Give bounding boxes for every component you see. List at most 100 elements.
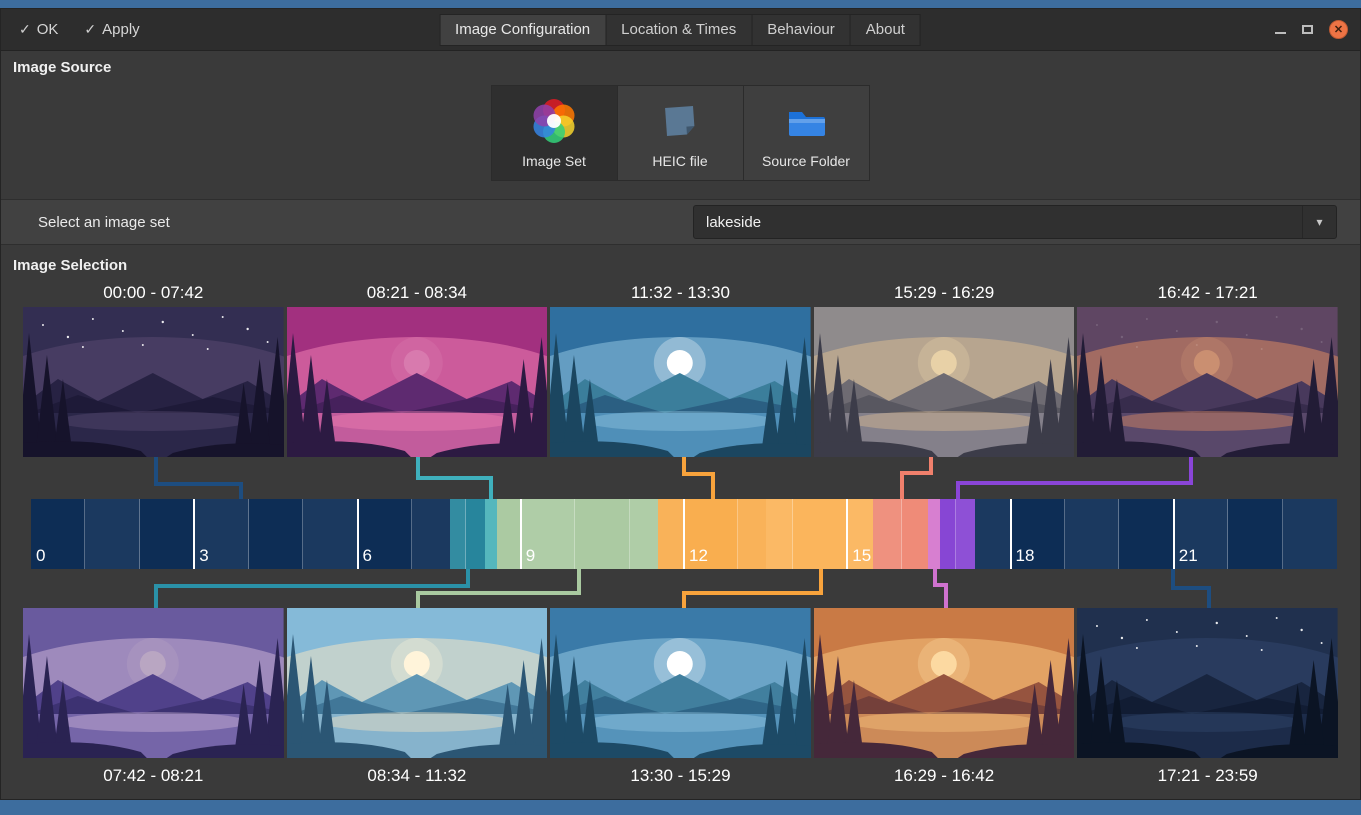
image-tile[interactable] [1077, 608, 1338, 758]
image-tile[interactable] [550, 608, 811, 758]
hour-label: 3 [199, 546, 208, 566]
source-option-label: Source Folder [762, 153, 850, 169]
source-folder-icon [783, 98, 829, 144]
close-button[interactable]: ✕ [1329, 20, 1348, 39]
check-icon: ✓ [84, 21, 96, 38]
hour-tick [357, 499, 359, 569]
source-option-image-set[interactable]: Image Set [491, 85, 618, 181]
image-source-section-title: Image Source [13, 59, 1360, 77]
image-time-label: 13:30 - 15:29 [550, 766, 811, 790]
connector-line [418, 569, 579, 608]
hour-tick [792, 499, 793, 569]
image-time-label: 08:34 - 11:32 [287, 766, 548, 790]
connector-line [935, 569, 946, 608]
hour-stripe [303, 499, 357, 569]
close-icon: ✕ [1334, 23, 1343, 36]
hour-label: 9 [526, 546, 535, 566]
hour-tick [465, 499, 466, 569]
hour-tick [1064, 499, 1065, 569]
tab-about[interactable]: About [850, 14, 921, 46]
source-option-heic-file[interactable]: HEIC file [617, 85, 744, 181]
hour-label: 15 [852, 546, 871, 566]
hour-stripe [630, 499, 684, 569]
image-tile[interactable] [23, 307, 284, 457]
connector-line [684, 569, 821, 608]
hour-label: 18 [1016, 546, 1035, 566]
connector-line [684, 457, 713, 499]
image-time-label: 07:42 - 08:21 [23, 766, 284, 790]
image-set-select-row: Select an image set lakeside ▾ [1, 199, 1360, 245]
hour-tick [84, 499, 85, 569]
hour-stripe [956, 499, 1010, 569]
source-option-label: Image Set [522, 153, 586, 169]
apply-button-label: Apply [102, 21, 140, 38]
hour-stripe [412, 499, 466, 569]
bottom-image-labels: 07:42 - 08:2108:34 - 11:3213:30 - 15:291… [23, 766, 1338, 790]
hour-tick [901, 499, 902, 569]
hour-tick [629, 499, 630, 569]
hour-tick [1227, 499, 1228, 569]
hour-tick [411, 499, 412, 569]
image-time-label: 16:29 - 16:42 [814, 766, 1075, 790]
hour-tick [683, 499, 685, 569]
image-tile[interactable] [814, 608, 1075, 758]
tab-behaviour[interactable]: Behaviour [751, 14, 851, 46]
hour-label: 6 [363, 546, 372, 566]
image-time-label: 00:00 - 07:42 [23, 283, 284, 307]
ok-button[interactable]: ✓ OK [19, 21, 58, 38]
header-tabs: Image Configuration Location & Times Beh… [440, 14, 921, 46]
image-tile[interactable] [287, 307, 548, 457]
hour-stripe [1283, 499, 1337, 569]
image-set-flower-icon [531, 98, 577, 144]
maximize-icon [1302, 25, 1313, 34]
image-tile[interactable] [550, 307, 811, 457]
timeline-segment [928, 499, 940, 569]
top-image-row [23, 307, 1338, 457]
hour-tick [139, 499, 140, 569]
minimize-icon [1275, 26, 1286, 34]
hour-label: 12 [689, 546, 708, 566]
hour-tick [1282, 499, 1283, 569]
image-selection-section-title: Image Selection [13, 257, 1360, 275]
hour-label: 21 [1179, 546, 1198, 566]
source-type-group: Image Set HEIC file Source Folder [1, 85, 1360, 181]
image-time-label: 08:21 - 08:34 [287, 283, 548, 307]
maximize-button[interactable] [1302, 25, 1313, 34]
hour-tick [574, 499, 575, 569]
image-set-dropdown-value: lakeside [706, 214, 761, 231]
hour-tick [520, 499, 522, 569]
apply-button[interactable]: ✓ Apply [84, 21, 139, 38]
hour-stripe [85, 499, 139, 569]
image-time-label: 17:21 - 23:59 [1077, 766, 1338, 790]
image-set-dropdown[interactable]: lakeside ▾ [693, 205, 1337, 239]
image-tile[interactable] [814, 307, 1075, 457]
hour-tick [1010, 499, 1012, 569]
image-tile[interactable] [23, 608, 284, 758]
titlebar: ✓ OK ✓ Apply Image Configuration Locatio… [1, 9, 1360, 51]
hour-tick [193, 499, 195, 569]
bottom-image-row [23, 608, 1338, 758]
ok-button-label: OK [37, 21, 59, 38]
image-tile[interactable] [287, 608, 548, 758]
minimize-button[interactable] [1275, 26, 1286, 34]
connector-line [958, 457, 1191, 499]
chevron-down-icon: ▾ [1302, 206, 1336, 238]
hour-tick [737, 499, 738, 569]
image-time-label: 16:42 - 17:21 [1077, 283, 1338, 307]
day-timeline: 0 3 6 9 12 15 18 21 [31, 499, 1337, 569]
timeline-area: 0 3 6 9 12 15 18 21 [1, 457, 1360, 608]
tab-location-times[interactable]: Location & Times [605, 14, 752, 46]
hour-stripe [1065, 499, 1119, 569]
tab-image-configuration[interactable]: Image Configuration [439, 14, 606, 46]
image-time-label: 11:32 - 13:30 [550, 283, 811, 307]
heic-file-icon [657, 98, 703, 144]
select-image-set-label: Select an image set [38, 214, 170, 231]
hour-tick [1173, 499, 1175, 569]
hour-tick [1118, 499, 1119, 569]
image-time-label: 15:29 - 16:29 [814, 283, 1075, 307]
connector-line [902, 457, 931, 499]
connector-line [156, 569, 468, 608]
hour-label: 0 [36, 546, 45, 566]
image-tile[interactable] [1077, 307, 1338, 457]
source-option-source-folder[interactable]: Source Folder [743, 85, 870, 181]
